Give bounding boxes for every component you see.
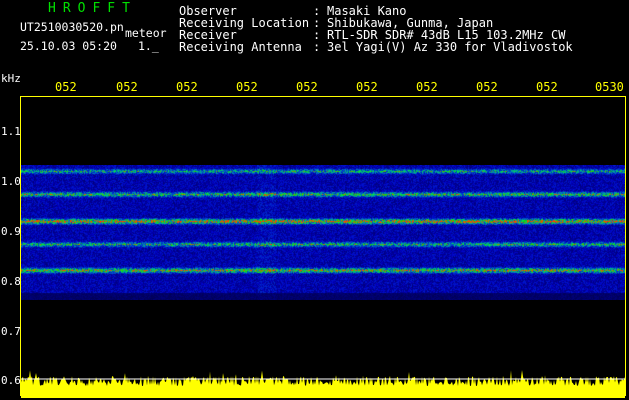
amplitude-fill: [21, 370, 625, 398]
antenna-label: Receiving Antenna: [179, 40, 302, 54]
frequency-tick: 1.1: [1, 125, 21, 138]
frequency-unit-label: kHz: [1, 72, 21, 85]
antenna-value: 3el Yagi(V) Az 330 for Vladivostok: [327, 40, 573, 54]
frequency-tick: 0.7: [1, 325, 21, 338]
time-tick: 052: [236, 80, 258, 94]
amplitude-trace: [21, 370, 625, 398]
time-tick: 052: [296, 80, 318, 94]
frequency-tick: 0.9: [1, 225, 21, 238]
time-tick: 052: [176, 80, 198, 94]
colon: :: [313, 40, 321, 54]
frequency-tick: 0.6: [1, 374, 21, 387]
time-tick: 052: [55, 80, 77, 94]
time-tick: 052: [116, 80, 138, 94]
file-name: UT2510030520.pn: [20, 20, 124, 34]
time-tick: 052: [536, 80, 558, 94]
time-tick: 052: [416, 80, 438, 94]
time-tick: 052: [356, 80, 378, 94]
time-tick: 0530: [595, 80, 624, 94]
file-category: meteor: [125, 26, 167, 40]
frequency-tick: 1.0: [1, 175, 21, 188]
frequency-tick: 0.8: [1, 275, 21, 288]
frame-index: 1._: [138, 39, 159, 53]
spectrogram-image: [21, 165, 625, 300]
app-brand: HROFFT: [48, 1, 137, 16]
time-tick: 052: [476, 80, 498, 94]
timestamp: 25.10.03 05:20: [20, 39, 117, 53]
